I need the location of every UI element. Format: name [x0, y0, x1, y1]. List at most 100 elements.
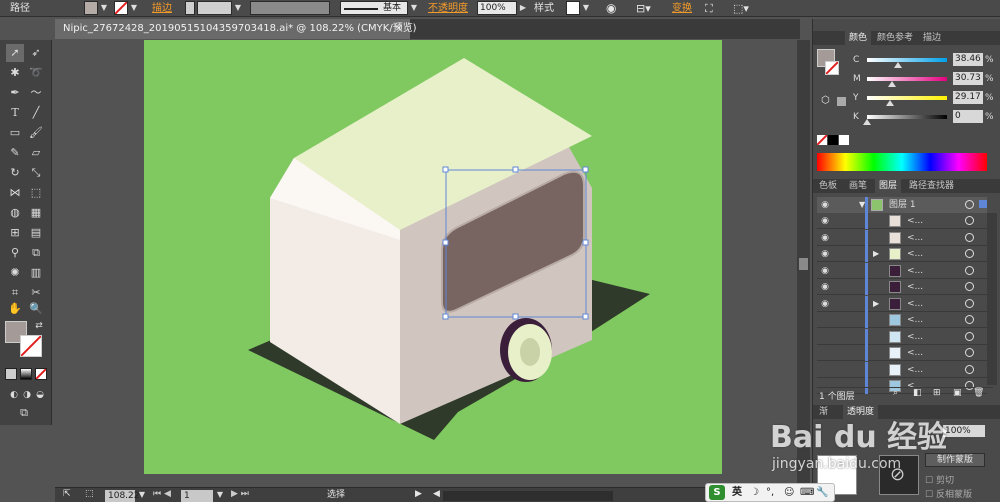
stroke-style-select[interactable]: 基本	[340, 1, 408, 15]
channel-value-input[interactable]: 30.73	[953, 72, 983, 85]
opacity-label[interactable]: 不透明度	[428, 0, 468, 17]
type-tool-icon[interactable]: T	[6, 104, 24, 122]
page-input[interactable]: 1	[181, 490, 213, 502]
pencil-tool-icon[interactable]: ✎	[6, 144, 24, 162]
mesh-tool-icon[interactable]: ⊞	[6, 224, 24, 242]
tab-swatches[interactable]: 色板	[815, 179, 841, 193]
screen-mode-icon[interactable]: ⧉	[15, 404, 33, 422]
transform-label[interactable]: 变换	[672, 0, 692, 17]
draw-inside-icon[interactable]: ◒	[31, 386, 49, 404]
target-icon[interactable]	[965, 364, 974, 374]
shape-builder-tool-icon[interactable]: ◍	[6, 204, 24, 222]
next-page-icon[interactable]: ▶ ⏭	[231, 489, 249, 499]
channel-value-input[interactable]: 38.46	[953, 53, 983, 66]
eraser-tool-icon[interactable]: ▱	[27, 144, 45, 162]
stroke-label[interactable]: 描边	[152, 0, 172, 17]
layer-row[interactable]: <...	[817, 345, 987, 361]
eye-icon[interactable]: ◉	[819, 199, 831, 211]
eye-icon[interactable]: ◉	[819, 281, 831, 293]
zoom-input[interactable]: 108.22	[105, 490, 140, 502]
target-icon[interactable]	[965, 298, 974, 308]
chevron-down-icon[interactable]: ▼	[409, 1, 419, 15]
eye-icon[interactable]: ◉	[819, 265, 831, 277]
black-swatch[interactable]	[828, 135, 838, 145]
target-icon[interactable]	[965, 282, 974, 291]
chevron-down-icon[interactable]: ▼	[129, 1, 139, 15]
layer-row[interactable]: ◉ <...	[817, 213, 987, 229]
zoom-tool-icon[interactable]: 🔍	[27, 300, 45, 318]
layer-row[interactable]: <...	[817, 312, 987, 328]
free-transform-tool-icon[interactable]: ⬚	[27, 184, 45, 202]
target-icon[interactable]	[965, 232, 974, 242]
pen-tool-icon[interactable]: ✒	[6, 84, 24, 102]
tab-pathfinder[interactable]: 路径查找器	[905, 179, 958, 193]
chevron-down-icon[interactable]: ▼	[215, 489, 225, 501]
target-icon[interactable]	[965, 249, 974, 258]
out-of-gamut-icon[interactable]: ⬡	[821, 95, 830, 106]
gradient-tool-icon[interactable]: ▤	[27, 224, 45, 242]
rotate-tool-icon[interactable]: ↻	[6, 164, 24, 182]
layer-row[interactable]: ◉ <...	[817, 279, 987, 295]
tab-color[interactable]: 颜色	[845, 31, 872, 45]
stroke-swatch[interactable]	[114, 1, 128, 15]
ime-logo[interactable]: S	[709, 485, 725, 500]
target-icon[interactable]	[965, 315, 974, 324]
channel-value-input[interactable]: 0	[953, 110, 983, 123]
layer-row-main[interactable]: ◉ ▼ 图层 1	[817, 197, 987, 213]
van-illustration[interactable]	[144, 40, 722, 474]
recolor-icon[interactable]: ◉	[606, 0, 616, 17]
chevron-right-icon[interactable]: ▶	[518, 1, 528, 15]
new-layer-icon[interactable]: ▣	[953, 388, 962, 398]
delete-layer-icon[interactable]: 🗑	[973, 388, 984, 398]
isolate-icon[interactable]: ⛶	[705, 0, 713, 17]
stroke-weight-stepper[interactable]	[185, 1, 195, 15]
channel-slider[interactable]	[867, 96, 947, 100]
layer-row[interactable]: <...	[817, 361, 987, 378]
stroke-weight-input[interactable]	[197, 1, 232, 15]
target-icon[interactable]	[965, 265, 974, 275]
symbol-sprayer-tool-icon[interactable]: ✺	[6, 264, 24, 282]
line-tool-icon[interactable]: ╱	[27, 104, 45, 122]
slider-knob[interactable]	[886, 100, 895, 106]
slider-knob[interactable]	[893, 62, 902, 68]
chevron-down-icon[interactable]: ▼	[233, 1, 243, 15]
horizontal-scrollbar[interactable]	[443, 491, 613, 501]
selection-tool-icon[interactable]: ➚	[6, 44, 24, 62]
swap-fill-stroke-icon[interactable]: ⇄	[30, 317, 48, 335]
style-swatch[interactable]	[566, 1, 580, 15]
artboard-nav-icon[interactable]: ⬚	[85, 489, 94, 499]
layer-row[interactable]: ◉ <...	[817, 262, 987, 279]
layer-row[interactable]: <...	[817, 328, 987, 345]
tab-brushes[interactable]: 画笔	[845, 179, 871, 193]
share-icon[interactable]: ⇱	[63, 489, 71, 499]
selected-art-indicator[interactable]	[979, 200, 987, 208]
layer-row[interactable]: ◉ ▶ <...	[817, 246, 987, 262]
artboard[interactable]	[144, 40, 722, 474]
graph-tool-icon[interactable]: ▥	[27, 264, 45, 282]
eye-icon[interactable]: ◉	[819, 232, 831, 244]
locate-object-icon[interactable]: ⌕	[893, 388, 898, 398]
chevron-down-icon[interactable]: ▼	[137, 489, 147, 501]
first-page-icon[interactable]: ⏮ ◀	[153, 489, 171, 499]
slider-knob[interactable]	[887, 81, 896, 87]
opacity-input[interactable]: 100%	[477, 1, 517, 15]
arrange-icon[interactable]: ⬚▾	[733, 0, 749, 17]
close-icon[interactable]: ✕	[395, 19, 403, 39]
eyedropper-tool-icon[interactable]: ⚲	[6, 244, 24, 262]
moon-icon[interactable]: ☽	[750, 484, 759, 501]
rectangle-tool-icon[interactable]: ▭	[6, 124, 24, 142]
tab-layers[interactable]: 图层	[875, 179, 902, 193]
width-tool-icon[interactable]: ⋈	[6, 184, 24, 202]
fill-swatch[interactable]	[84, 1, 98, 15]
channel-slider[interactable]	[867, 115, 947, 119]
eye-icon[interactable]: ◉	[819, 298, 831, 310]
status-menu-icon[interactable]: ▶	[415, 489, 422, 499]
expand-arrow-icon[interactable]: ▶	[873, 298, 879, 310]
scroll-left-icon[interactable]: ◀	[433, 489, 440, 499]
channel-slider[interactable]	[867, 77, 947, 81]
gradient-mode-icon[interactable]	[20, 368, 32, 380]
layer-row[interactable]: ◉ <...	[817, 229, 987, 246]
stroke-color-swatch[interactable]	[20, 335, 42, 357]
chevron-down-icon[interactable]: ▼	[581, 1, 591, 15]
none-mode-icon[interactable]	[35, 368, 47, 380]
